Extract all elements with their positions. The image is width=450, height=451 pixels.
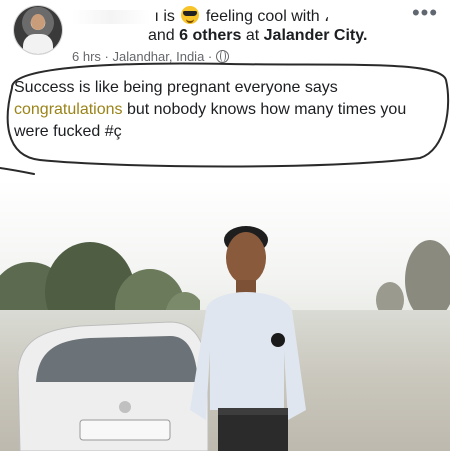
at-text: at — [245, 27, 260, 44]
tagged-line: and 6 others at Jalander City. — [148, 27, 367, 45]
sunglasses-emoji-icon — [181, 6, 200, 24]
photo-right-trees — [376, 240, 450, 320]
post-header-line: ı is feeling cool with ، — [72, 6, 372, 28]
more-options-button[interactable]: ••• — [410, 2, 440, 28]
avatar-face — [31, 14, 45, 30]
avatar[interactable] — [14, 6, 62, 54]
post-photo[interactable] — [0, 180, 450, 451]
caption-area: Success is like being pregnant everyone … — [0, 58, 450, 178]
avatar-shirt — [23, 34, 53, 54]
photo-car — [17, 321, 209, 451]
and-text: and — [148, 27, 175, 44]
caption-text-1: Success is like being pregnant everyone … — [14, 79, 338, 96]
blurred-author-name — [72, 9, 150, 24]
facebook-post: ı is feeling cool with ، and 6 others at… — [0, 0, 450, 451]
photo-man — [190, 226, 306, 451]
trailing-mark: ، — [324, 8, 330, 25]
feeling-text: feeling cool with — [205, 8, 320, 25]
place-link[interactable]: Jalander City. — [264, 27, 368, 44]
others-link[interactable]: 6 others — [179, 27, 241, 44]
caption-highlight: congratulations — [14, 101, 123, 118]
author-suffix: ı is — [154, 8, 175, 25]
post-caption: Success is like being pregnant everyone … — [14, 77, 434, 143]
